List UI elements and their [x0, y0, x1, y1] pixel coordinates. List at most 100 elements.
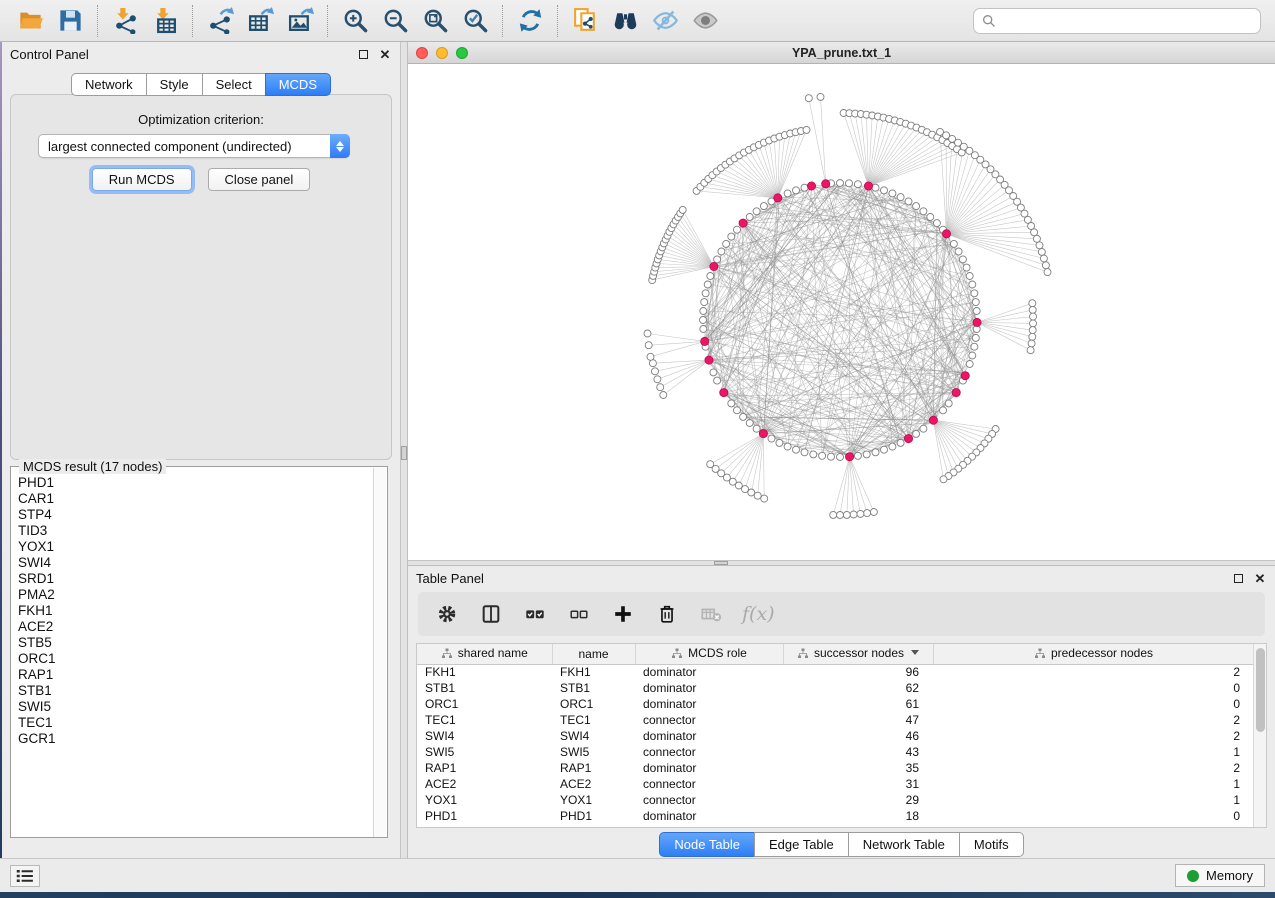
- zoom-selected-button[interactable]: [455, 4, 495, 38]
- binoculars-icon: [612, 7, 639, 34]
- mcds-result-item[interactable]: PHD1: [18, 475, 374, 491]
- delete-column-button[interactable]: [654, 601, 680, 627]
- column-header-shared-name[interactable]: shared name: [417, 644, 552, 664]
- optimization-criterion-label: Optimization criterion:: [2, 112, 400, 127]
- export-network-icon: [207, 7, 234, 34]
- zoom-fit-button[interactable]: [415, 4, 455, 38]
- export-table-button[interactable]: [240, 4, 280, 38]
- search-input[interactable]: [1002, 13, 1252, 29]
- mcds-result-fieldset: MCDS result (17 nodes) PHD1CAR1STP4TID3Y…: [10, 466, 388, 838]
- memory-button[interactable]: Memory: [1175, 864, 1265, 887]
- table-scrollbar[interactable]: [1253, 644, 1266, 827]
- float-panel-button[interactable]: [356, 47, 370, 61]
- export-image-button[interactable]: [280, 4, 320, 38]
- tab-style[interactable]: Style: [146, 73, 202, 96]
- table-panel: Table Panel ✕ f(x) shared name name MCDS: [408, 566, 1275, 858]
- vertical-splitter-grip[interactable]: [401, 446, 407, 460]
- table-row[interactable]: FKH1FKH1dominator962: [417, 664, 1254, 680]
- table-panel-header: Table Panel ✕: [408, 566, 1275, 590]
- columns-icon: [480, 603, 502, 625]
- mcds-result-item[interactable]: SWI5: [18, 699, 374, 715]
- export-network-button[interactable]: [200, 4, 240, 38]
- shared-column-icon: [1034, 648, 1046, 662]
- control-panel-header: Control Panel ✕: [2, 42, 400, 66]
- table-row[interactable]: PHD1PHD1dominator180: [417, 808, 1254, 824]
- network-search-box[interactable]: [973, 8, 1261, 34]
- refresh-view-button[interactable]: [510, 4, 550, 38]
- horizontal-splitter-grip[interactable]: [714, 561, 728, 565]
- hide-selected-button[interactable]: [645, 4, 685, 38]
- column-header-mcds-role[interactable]: MCDS role: [635, 644, 783, 664]
- deselect-all-rows-button[interactable]: [566, 601, 592, 627]
- vertical-splitter[interactable]: [400, 42, 408, 858]
- show-log-button[interactable]: [10, 865, 40, 887]
- close-panel-action-button[interactable]: Close panel: [208, 168, 311, 191]
- table-row[interactable]: ORC1ORC1dominator610: [417, 696, 1254, 712]
- tab-mcds[interactable]: MCDS: [265, 73, 331, 96]
- mcds-result-item[interactable]: CAR1: [18, 491, 374, 507]
- mcds-result-item[interactable]: ORC1: [18, 651, 374, 667]
- memory-label: Memory: [1206, 868, 1253, 883]
- open-file-button[interactable]: [10, 4, 50, 38]
- save-floppy-icon: [57, 7, 84, 34]
- eye-slash-icon: [652, 7, 679, 34]
- table-row[interactable]: ACE2ACE2connector311: [417, 776, 1254, 792]
- mcds-result-item[interactable]: YOX1: [18, 539, 374, 555]
- table-row[interactable]: RAP1RAP1dominator352: [417, 760, 1254, 776]
- mcds-list-scrollbar[interactable]: [373, 468, 386, 837]
- delete-table-button[interactable]: [698, 601, 724, 627]
- network-canvas[interactable]: [408, 64, 1275, 560]
- mcds-result-item[interactable]: TEC1: [18, 715, 374, 731]
- function-builder-button[interactable]: f(x): [742, 603, 775, 625]
- close-panel-button[interactable]: ✕: [378, 47, 392, 61]
- run-mcds-button[interactable]: Run MCDS: [92, 168, 192, 191]
- tab-select[interactable]: Select: [202, 73, 265, 96]
- mcds-result-item[interactable]: RAP1: [18, 667, 374, 683]
- float-table-panel-button[interactable]: [1231, 571, 1245, 585]
- table-row[interactable]: YOX1YOX1connector291: [417, 792, 1254, 808]
- column-header-successor-nodes[interactable]: successor nodes: [783, 644, 933, 664]
- mcds-result-item[interactable]: GCR1: [18, 731, 374, 747]
- column-header-name[interactable]: name: [552, 644, 635, 664]
- mcds-result-item[interactable]: SWI4: [18, 555, 374, 571]
- select-all-rows-button[interactable]: [522, 601, 548, 627]
- criterion-value: largest connected component (undirected): [39, 139, 330, 154]
- table-row[interactable]: TEC1TEC1connector472: [417, 712, 1254, 728]
- mcds-result-item[interactable]: FKH1: [18, 603, 374, 619]
- mcds-result-item[interactable]: STB5: [18, 635, 374, 651]
- show-columns-button[interactable]: [478, 601, 504, 627]
- import-table-button[interactable]: [145, 4, 185, 38]
- mcds-result-item[interactable]: TID3: [18, 523, 374, 539]
- find-neighbors-button[interactable]: [605, 4, 645, 38]
- table-header-row: shared name name MCDS role successor nod…: [417, 644, 1254, 664]
- tab-network-table[interactable]: Network Table: [848, 832, 959, 857]
- control-panel-tabs: Network Style Select MCDS: [2, 73, 400, 96]
- close-table-panel-button[interactable]: ✕: [1253, 571, 1267, 585]
- import-network-button[interactable]: [105, 4, 145, 38]
- clone-network-button[interactable]: [565, 4, 605, 38]
- mcds-result-list[interactable]: PHD1CAR1STP4TID3YOX1SWI4SRD1PMA2FKH1ACE2…: [12, 473, 374, 837]
- tab-node-table[interactable]: Node Table: [659, 832, 754, 857]
- table-settings-button[interactable]: [434, 601, 460, 627]
- mcds-result-item[interactable]: STP4: [18, 507, 374, 523]
- zoom-in-button[interactable]: [335, 4, 375, 38]
- tab-network[interactable]: Network: [71, 73, 146, 96]
- save-session-button[interactable]: [50, 4, 90, 38]
- mcds-result-item[interactable]: STB1: [18, 683, 374, 699]
- column-header-predecessor-nodes[interactable]: predecessor nodes: [933, 644, 1254, 664]
- mcds-result-item[interactable]: ACE2: [18, 619, 374, 635]
- table-scrollbar-thumb[interactable]: [1256, 648, 1265, 732]
- table-row[interactable]: SWI5SWI5connector431: [417, 744, 1254, 760]
- show-all-button[interactable]: [685, 4, 725, 38]
- criterion-dropdown[interactable]: largest connected component (undirected): [38, 134, 350, 158]
- zoom-out-button[interactable]: [375, 4, 415, 38]
- table-row[interactable]: SWI4SWI4dominator462: [417, 728, 1254, 744]
- deselect-all-icon: [568, 603, 590, 625]
- main-toolbar: [0, 0, 1275, 42]
- create-column-button[interactable]: [610, 601, 636, 627]
- mcds-result-item[interactable]: SRD1: [18, 571, 374, 587]
- table-row[interactable]: STB1STB1dominator620: [417, 680, 1254, 696]
- tab-motifs[interactable]: Motifs: [959, 832, 1024, 857]
- mcds-result-item[interactable]: PMA2: [18, 587, 374, 603]
- tab-edge-table[interactable]: Edge Table: [754, 832, 848, 857]
